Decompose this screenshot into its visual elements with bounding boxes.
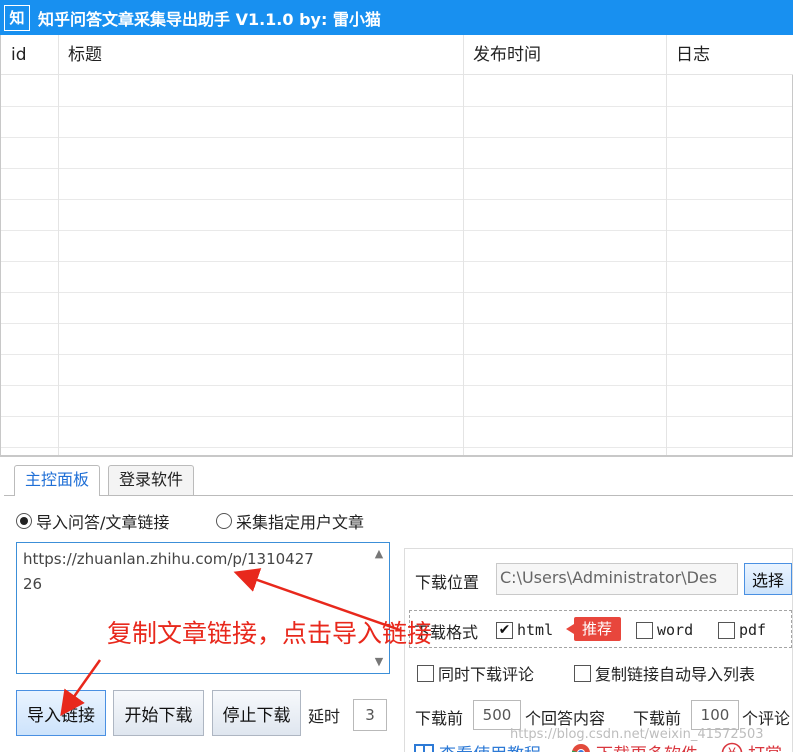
- column-header-title[interactable]: 标题: [58, 35, 102, 75]
- url-scrollbar[interactable]: ▲ ▼: [369, 543, 389, 673]
- comments-prefix-label: 下载前: [633, 709, 682, 728]
- column-divider: [666, 35, 667, 455]
- svg-text:¥: ¥: [728, 746, 736, 752]
- scroll-up-icon[interactable]: ▲: [372, 547, 386, 561]
- delay-label: 延时: [308, 707, 341, 726]
- answers-suffix-label: 个回答内容: [525, 709, 606, 728]
- window-title: 知乎问答文章采集导出助手 V1.1.0 by: 雷小猫: [38, 9, 381, 29]
- download-settings-group: 下载位置 C:\Users\Administrator\Des 选择 下载格式 …: [404, 548, 793, 752]
- column-divider: [58, 35, 59, 455]
- column-header-publish-time[interactable]: 发布时间: [463, 35, 541, 75]
- answers-prefix-label: 下载前: [415, 709, 464, 728]
- auto-import-label: 复制链接自动导入列表: [595, 665, 756, 684]
- delay-input[interactable]: 3: [353, 699, 387, 731]
- checkbox-unchecked-icon: [636, 621, 653, 639]
- app-icon: 知: [4, 4, 30, 31]
- url-input[interactable]: [17, 543, 369, 673]
- location-label: 下载位置: [415, 573, 480, 592]
- comments-count-input[interactable]: 100: [691, 700, 739, 730]
- answers-count-input[interactable]: 500: [473, 700, 521, 730]
- radio-unselected-icon: [216, 513, 232, 529]
- url-input-box: ▲ ▼: [16, 542, 390, 674]
- checkbox-unchecked-icon: [417, 664, 434, 682]
- chrome-icon: [571, 743, 591, 752]
- column-header-log[interactable]: 日志: [666, 35, 710, 75]
- download-path-field[interactable]: C:\Users\Administrator\Des: [496, 563, 738, 595]
- watermark: https://blog.csdn.net/weixin_41572503: [510, 727, 764, 742]
- radio-selected-icon: [16, 513, 32, 529]
- recommend-badge: 推荐: [565, 617, 622, 641]
- tab-main-panel[interactable]: 主控面板: [14, 465, 101, 496]
- choose-folder-button[interactable]: 选择: [744, 563, 792, 595]
- radio-import-links[interactable]: 导入问答/文章链接: [16, 508, 169, 534]
- tutorial-annotation-text: 复制文章链接，点击导入链接: [107, 619, 433, 648]
- checkbox-unchecked-icon: [574, 664, 591, 682]
- app-window: { "window": {"icon_char": "知", "title": …: [0, 0, 793, 752]
- yen-icon: ¥: [721, 742, 743, 752]
- radio-import-label: 导入问答/文章链接: [36, 513, 170, 532]
- import-links-button[interactable]: 导入链接: [16, 690, 106, 736]
- checkbox-download-comments[interactable]: 同时下载评论: [417, 662, 534, 684]
- title-bar: 知 知乎问答文章采集导出助手 V1.1.0 by: 雷小猫: [0, 0, 793, 35]
- checkbox-word[interactable]: word: [636, 619, 693, 641]
- book-icon: [414, 743, 434, 752]
- control-panel: 主控面板 登录软件 导入问答/文章链接 采集指定用户文章 ▲ ▼ 导入链接 开始…: [0, 456, 793, 752]
- checkbox-unchecked-icon: [718, 621, 735, 639]
- html-label: html: [517, 621, 554, 639]
- scroll-down-icon[interactable]: ▼: [372, 655, 386, 669]
- checkbox-checked-icon: ✔: [496, 621, 513, 639]
- checkbox-pdf[interactable]: pdf: [718, 619, 766, 641]
- checkbox-html[interactable]: ✔ html: [496, 619, 553, 641]
- pdf-label: pdf: [739, 621, 767, 639]
- tab-login[interactable]: 登录软件: [108, 465, 195, 495]
- column-header-id[interactable]: id: [1, 35, 27, 75]
- word-label: word: [657, 621, 694, 639]
- grid-header: id 标题 发布时间 日志: [1, 35, 793, 75]
- stop-download-button[interactable]: 停止下载: [212, 690, 301, 736]
- download-comments-label: 同时下载评论: [438, 665, 535, 684]
- format-row: 下载格式 ✔ html 推荐 word pdf: [409, 610, 792, 648]
- column-divider: [463, 35, 464, 455]
- tab-strip: 主控面板 登录软件: [0, 465, 793, 496]
- radio-user-label: 采集指定用户文章: [236, 513, 365, 532]
- start-download-button[interactable]: 开始下载: [113, 690, 204, 736]
- checkbox-auto-import[interactable]: 复制链接自动导入列表: [574, 662, 755, 684]
- comments-suffix-label: 个评论: [742, 709, 791, 728]
- radio-user-articles[interactable]: 采集指定用户文章: [216, 508, 364, 534]
- results-grid[interactable]: id 标题 发布时间 日志: [0, 35, 793, 456]
